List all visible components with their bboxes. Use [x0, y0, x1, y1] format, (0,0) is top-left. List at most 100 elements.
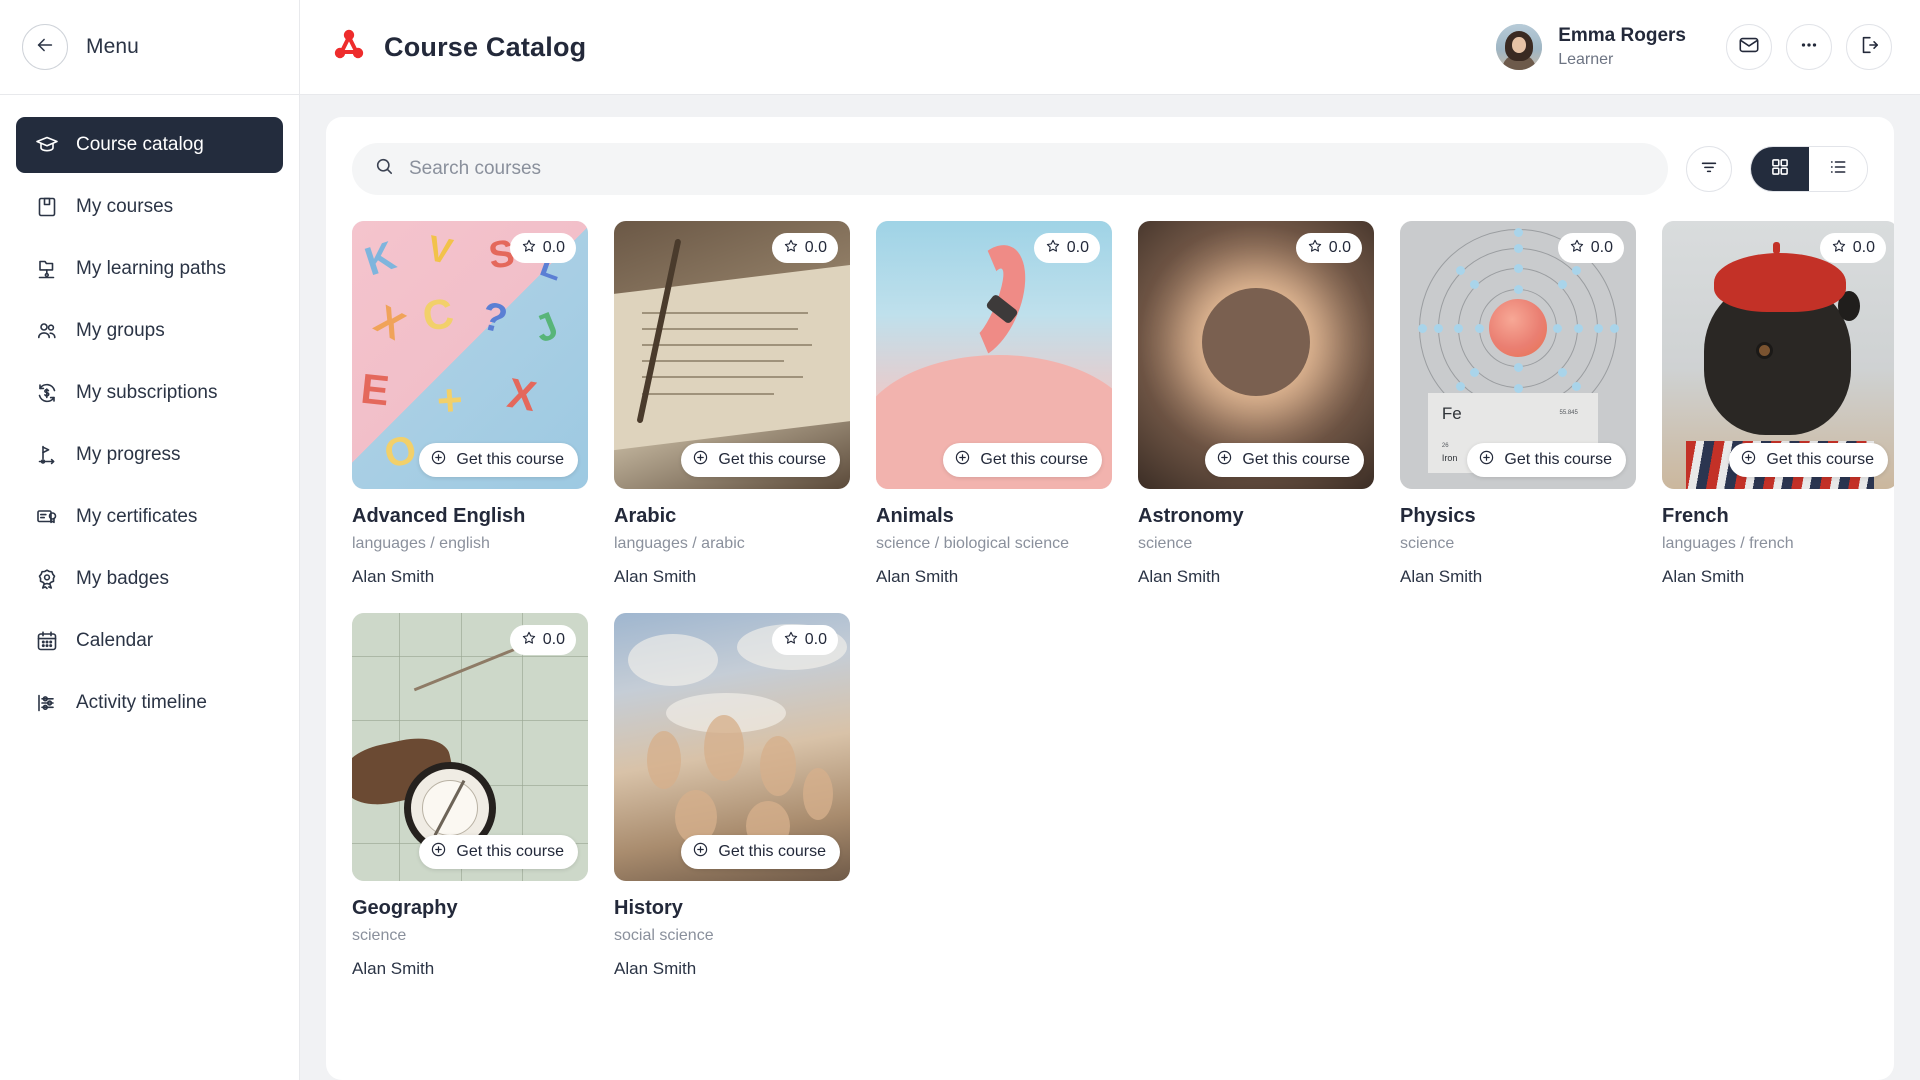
certificate-icon [34, 504, 60, 530]
course-title: History [614, 897, 850, 920]
get-course-label: Get this course [1766, 451, 1874, 469]
get-course-button[interactable]: Get this course [419, 443, 578, 477]
grid-view-button[interactable] [1751, 147, 1809, 191]
star-outline-icon [783, 630, 799, 651]
sidebar-item-my-badges[interactable]: My badges [16, 551, 283, 607]
plus-circle-icon [1478, 449, 1495, 471]
course-title: Astronomy [1138, 505, 1374, 528]
timeline-icon [34, 690, 60, 716]
sidebar-item-label: My certificates [76, 506, 197, 528]
top-bar: Menu Course Catalog [0, 0, 1920, 95]
plus-circle-icon [1740, 449, 1757, 471]
arrow-left-icon [34, 34, 56, 61]
list-view-button[interactable] [1809, 147, 1867, 191]
search-icon [374, 156, 395, 182]
sidebar-item-my-subscriptions[interactable]: My subscriptions [16, 365, 283, 421]
triangle-nodes-logo [332, 28, 366, 67]
graduation-cap-icon [34, 132, 60, 158]
sidebar-item-my-learning-paths[interactable]: My learning paths [16, 241, 283, 297]
rating-value: 0.0 [1329, 239, 1351, 257]
course-card[interactable]: 0.0 Get this course F [1662, 221, 1894, 587]
course-author: Alan Smith [1138, 567, 1374, 587]
filter-button[interactable] [1686, 146, 1732, 192]
plus-circle-icon [430, 449, 447, 471]
star-outline-icon [1831, 238, 1847, 259]
get-course-button[interactable]: Get this course [1467, 443, 1626, 477]
messages-button[interactable] [1726, 24, 1772, 70]
calendar-icon [34, 628, 60, 654]
get-course-button[interactable]: Get this course [419, 835, 578, 869]
logout-button[interactable] [1846, 24, 1892, 70]
course-thumbnail[interactable]: 0.0 Get this course [614, 221, 850, 489]
plus-circle-icon [692, 841, 709, 863]
get-course-button[interactable]: Get this course [681, 443, 840, 477]
get-course-button[interactable]: Get this course [1729, 443, 1888, 477]
course-thumbnail[interactable]: K V S L X C ? J E + X O [352, 221, 588, 489]
rating-badge: 0.0 [1558, 233, 1624, 263]
filter-icon [1698, 156, 1720, 183]
sidebar-item-my-progress[interactable]: My progress [16, 427, 283, 483]
get-course-button[interactable]: Get this course [1205, 443, 1364, 477]
star-outline-icon [1045, 238, 1061, 259]
sidebar-item-my-courses[interactable]: My courses [16, 179, 283, 235]
get-course-button[interactable]: Get this course [681, 835, 840, 869]
sidebar-item-calendar[interactable]: Calendar [16, 613, 283, 669]
element-mass: 55.845 [1559, 410, 1577, 416]
user-profile[interactable]: Emma Rogers Learner [1496, 24, 1686, 70]
course-thumbnail[interactable]: Fe 55.845 26 Iron [1400, 221, 1636, 489]
sidebar-item-label: My groups [76, 320, 165, 342]
get-course-button[interactable]: Get this course [943, 443, 1102, 477]
course-card[interactable]: 0.0 Get this course A [614, 221, 850, 587]
sidebar-item-activity-timeline[interactable]: Activity timeline [16, 675, 283, 731]
get-course-label: Get this course [718, 843, 826, 861]
course-card[interactable]: Fe 55.845 26 Iron [1400, 221, 1636, 587]
course-thumbnail[interactable]: 0.0 Get this course [876, 221, 1112, 489]
subscription-icon [34, 380, 60, 406]
rating-value: 0.0 [543, 239, 565, 257]
get-course-label: Get this course [1504, 451, 1612, 469]
sidebar-item-label: My subscriptions [76, 382, 218, 404]
course-category: languages / french [1662, 535, 1894, 553]
search-bar[interactable] [352, 143, 1668, 195]
sidebar-item-label: Activity timeline [76, 692, 207, 714]
catalog-toolbar [352, 143, 1868, 195]
course-card[interactable]: K V S L X C ? J E + X O [352, 221, 588, 587]
rating-value: 0.0 [543, 631, 565, 649]
course-thumbnail[interactable]: 0.0 Get this course [352, 613, 588, 881]
menu-label: Menu [86, 35, 139, 59]
course-author: Alan Smith [614, 567, 850, 587]
user-name: Emma Rogers [1558, 24, 1686, 48]
course-author: Alan Smith [352, 567, 588, 587]
rating-value: 0.0 [805, 631, 827, 649]
view-toggle [1750, 146, 1868, 192]
envelope-icon [1738, 34, 1760, 61]
course-thumbnail[interactable]: 0.0 Get this course [1138, 221, 1374, 489]
search-input[interactable] [409, 158, 1646, 180]
rating-badge: 0.0 [510, 625, 576, 655]
rating-value: 0.0 [1853, 239, 1875, 257]
back-button[interactable] [22, 24, 68, 70]
course-card[interactable]: 0.0 Get this course H [614, 613, 850, 979]
star-outline-icon [1307, 238, 1323, 259]
rating-badge: 0.0 [510, 233, 576, 263]
course-title: Animals [876, 505, 1112, 528]
element-number: 26 [1442, 443, 1449, 449]
badge-icon [34, 566, 60, 592]
more-options-button[interactable] [1786, 24, 1832, 70]
sidebar-item-my-certificates[interactable]: My certificates [16, 489, 283, 545]
sidebar-item-label: My badges [76, 568, 169, 590]
course-card[interactable]: 0.0 Get this course A [1138, 221, 1374, 587]
sidebar-item-my-groups[interactable]: My groups [16, 303, 283, 359]
course-card[interactable]: 0.0 Get this course G [352, 613, 588, 979]
list-view-icon [1828, 157, 1848, 182]
sidebar-item-course-catalog[interactable]: Course catalog [16, 117, 283, 173]
course-thumbnail[interactable]: 0.0 Get this course [1662, 221, 1894, 489]
course-card[interactable]: 0.0 Get this course A [876, 221, 1112, 587]
course-category: science / biological science [876, 535, 1112, 553]
top-bar-right: Course Catalog Emma Rogers Learner [300, 0, 1920, 94]
logout-icon [1858, 34, 1880, 61]
course-thumbnail[interactable]: 0.0 Get this course [614, 613, 850, 881]
people-icon [34, 318, 60, 344]
menu-toggle-area[interactable]: Menu [0, 0, 300, 94]
catalog-panel: K V S L X C ? J E + X O [326, 117, 1894, 1080]
